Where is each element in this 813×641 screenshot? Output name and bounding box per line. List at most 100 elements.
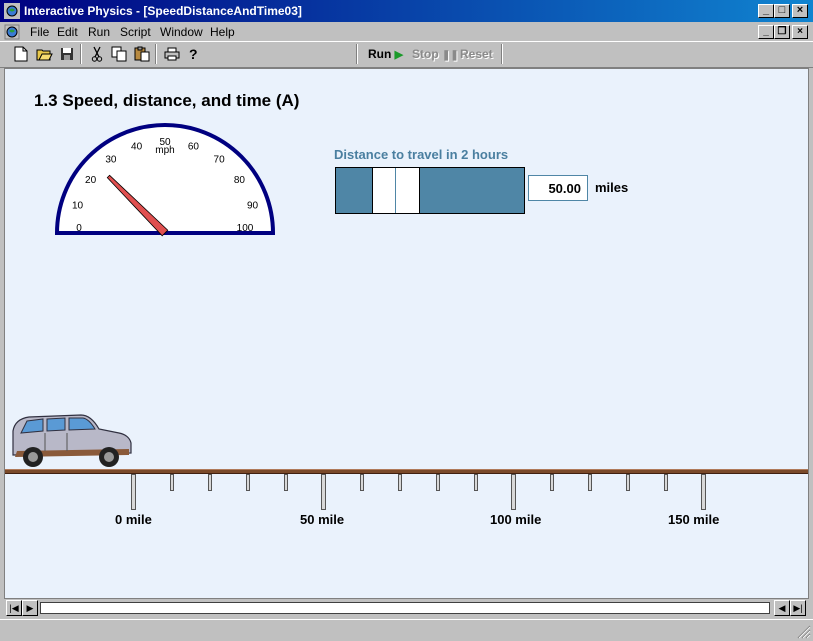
open-folder-icon (36, 49, 53, 61)
resize-grip-icon[interactable] (797, 625, 811, 639)
scroll-right-end-icon: ▶| (793, 603, 803, 613)
status-bar (0, 619, 813, 641)
scroll-right-icon: ◀ (778, 603, 786, 613)
reset-label: Reset (460, 47, 493, 61)
road-minor-tick (436, 474, 440, 491)
road (5, 469, 808, 474)
gauge-tick-10: 10 (72, 201, 84, 212)
minimize-icon: _ (762, 4, 770, 16)
svg-text:?: ? (189, 46, 198, 62)
simulation-canvas: 1.3 Speed, distance, and time (A) 0 10 20 3… (4, 68, 809, 599)
run-button[interactable]: Run ▶ (368, 47, 403, 61)
road-major-tick (511, 474, 516, 510)
gauge-tick-80: 80 (234, 175, 246, 186)
car-suv[interactable] (9, 409, 133, 469)
menu-edit[interactable]: Edit (57, 25, 78, 39)
distance-value-field[interactable]: 50.00 (528, 175, 588, 201)
road-minor-tick (398, 474, 402, 491)
save-button[interactable] (56, 44, 78, 64)
distance-slider-label: Distance to travel in 2 hours (334, 147, 509, 162)
document-system-menu-icon[interactable] (4, 24, 20, 40)
gauge-tick-90: 90 (247, 201, 259, 212)
menu-window[interactable]: Window (160, 25, 203, 39)
horizontal-scrollbar[interactable]: |◀ ▶ ◀ ▶| (4, 599, 809, 617)
gauge-tick-70: 70 (214, 155, 226, 166)
maximize-button[interactable]: □ (774, 4, 790, 18)
minimize-button[interactable]: _ (758, 4, 774, 18)
paste-button[interactable] (131, 44, 153, 64)
run-label: Run (368, 47, 392, 61)
scroll-right-end-button[interactable]: ▶| (790, 600, 806, 616)
road-minor-tick (664, 474, 668, 491)
paste-clipboard-icon (134, 46, 150, 62)
road-minor-tick (588, 474, 592, 491)
road-minor-tick (170, 474, 174, 491)
window-title: Interactive Physics - [SpeedDistanceAndT… (24, 4, 302, 18)
menu-help[interactable]: Help (210, 25, 235, 39)
open-button[interactable] (33, 44, 55, 64)
road-minor-tick (550, 474, 554, 491)
close-button[interactable]: × (792, 4, 808, 18)
gauge-tick-0: 0 (76, 223, 82, 234)
slider-thumb-line (395, 168, 396, 213)
help-question-icon: ? (189, 46, 198, 62)
speedometer-gauge: 010203040 50 60708090100 mph (54, 123, 276, 237)
toolbar: ? Run ▶ Stop ❚❚ Reset (0, 41, 813, 68)
road-major-tick (701, 474, 706, 510)
distance-slider-thumb[interactable] (372, 167, 420, 214)
copy-button[interactable] (108, 44, 130, 64)
menu-script[interactable]: Script (120, 25, 151, 39)
gauge-tick-30: 30 (105, 155, 117, 166)
close-icon: × (797, 26, 803, 37)
doc-restore-button[interactable]: ❐ (774, 25, 790, 39)
road-minor-tick (626, 474, 630, 491)
cut-button[interactable] (86, 44, 108, 64)
road-minor-tick (246, 474, 250, 491)
cut-scissors-icon (91, 46, 103, 62)
gauge-tick-60: 60 (188, 142, 200, 153)
gauge-tick-20: 20 (85, 175, 97, 186)
new-file-icon (14, 46, 28, 62)
scroll-track[interactable] (40, 602, 770, 614)
road-minor-tick (474, 474, 478, 491)
distance-slider-track[interactable] (335, 167, 525, 214)
new-button[interactable] (10, 44, 32, 64)
distance-unit-label: miles (595, 180, 629, 195)
close-icon: × (796, 4, 804, 16)
doc-minimize-button[interactable]: _ (758, 25, 774, 39)
page-title: 1.3 Speed, distance, and time (A) (34, 91, 300, 110)
road-major-tick (321, 474, 326, 510)
road-minor-tick (208, 474, 212, 491)
reset-button[interactable]: Reset (460, 47, 493, 61)
menu-bar: File Edit Run Script Window Help _ ❐ × (0, 22, 813, 41)
mile-label-0: 0 mile (115, 512, 152, 527)
restore-icon: ❐ (777, 26, 787, 37)
stop-button[interactable]: Stop ❚❚ (412, 47, 459, 61)
print-icon (164, 47, 180, 61)
gauge-tick-100: 100 (237, 223, 254, 234)
copy-icon (111, 46, 127, 62)
road-major-tick (131, 474, 136, 510)
scroll-left-end-button[interactable]: |◀ (6, 600, 22, 616)
road-minor-tick (284, 474, 288, 491)
scroll-left-end-icon: |◀ (9, 603, 19, 613)
mile-label-100: 100 mile (490, 512, 542, 527)
scroll-left-button[interactable]: ▶ (22, 600, 38, 616)
title-bar: Interactive Physics - [SpeedDistanceAndT… (0, 0, 813, 22)
gauge-unit-label: mph (155, 145, 174, 156)
toolbar-separator (80, 44, 82, 64)
minimize-icon: _ (763, 26, 769, 37)
pause-icon: ❚❚ (442, 50, 459, 61)
menu-run[interactable]: Run (88, 25, 110, 39)
toolbar-separator (501, 44, 503, 64)
scroll-right-button[interactable]: ◀ (774, 600, 790, 616)
scroll-left-icon: ▶ (26, 603, 34, 613)
doc-close-button[interactable]: × (792, 25, 808, 39)
mile-label-150: 150 mile (668, 512, 720, 527)
menu-file[interactable]: File (30, 25, 49, 39)
stop-label: Stop (412, 47, 439, 61)
help-button[interactable]: ? (183, 44, 205, 64)
interactive-physics-app-icon[interactable] (4, 3, 20, 19)
toolbar-separator (155, 44, 157, 64)
print-button[interactable] (161, 44, 183, 64)
